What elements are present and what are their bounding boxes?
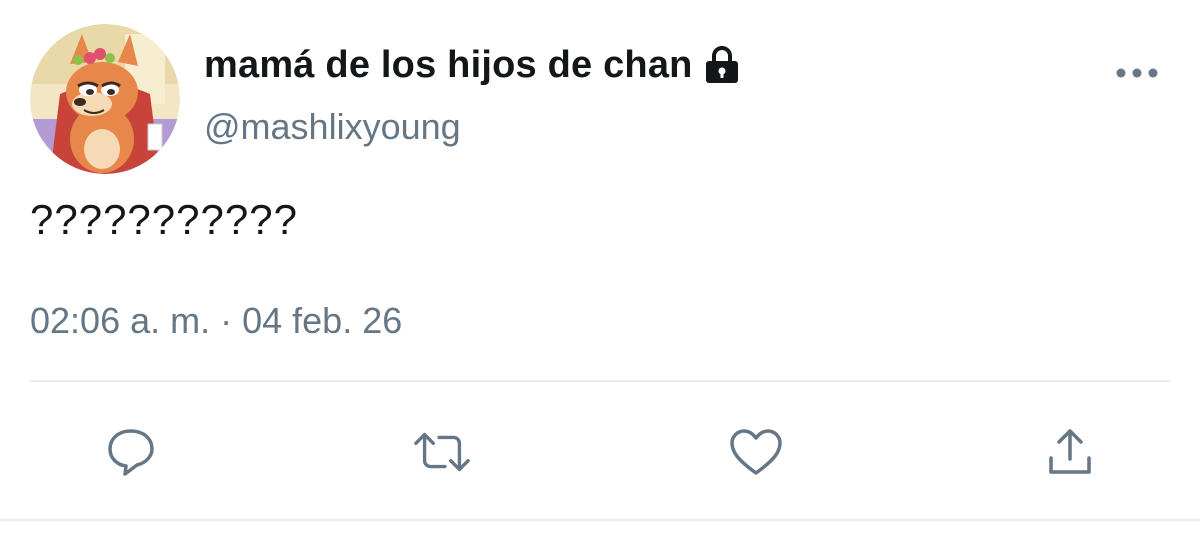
- user-handle[interactable]: @mashlixyoung: [204, 106, 461, 148]
- tweet-text: ???????????: [30, 196, 298, 243]
- share-button[interactable]: [1040, 422, 1100, 482]
- display-name-row: mamá de los hijos de chan: [204, 40, 741, 90]
- retweet-icon: [414, 432, 470, 472]
- more-dots-icon: [1116, 68, 1158, 78]
- display-name[interactable]: mamá de los hijos de chan: [204, 44, 693, 87]
- tweet-timestamp[interactable]: 02:06 a. m. · 04 feb. 26: [30, 300, 402, 342]
- share-icon: [1049, 429, 1091, 474]
- lock-icon: [703, 45, 741, 85]
- avatar[interactable]: [30, 24, 180, 174]
- heart-icon: [730, 429, 782, 475]
- bottom-divider: [0, 519, 1200, 521]
- reply-icon: [108, 429, 154, 476]
- more-options-button[interactable]: [1112, 56, 1162, 90]
- reply-button[interactable]: [101, 422, 161, 482]
- retweet-button[interactable]: [412, 422, 472, 482]
- like-button[interactable]: [726, 422, 786, 482]
- avatar-image: [30, 24, 180, 174]
- divider: [30, 380, 1170, 382]
